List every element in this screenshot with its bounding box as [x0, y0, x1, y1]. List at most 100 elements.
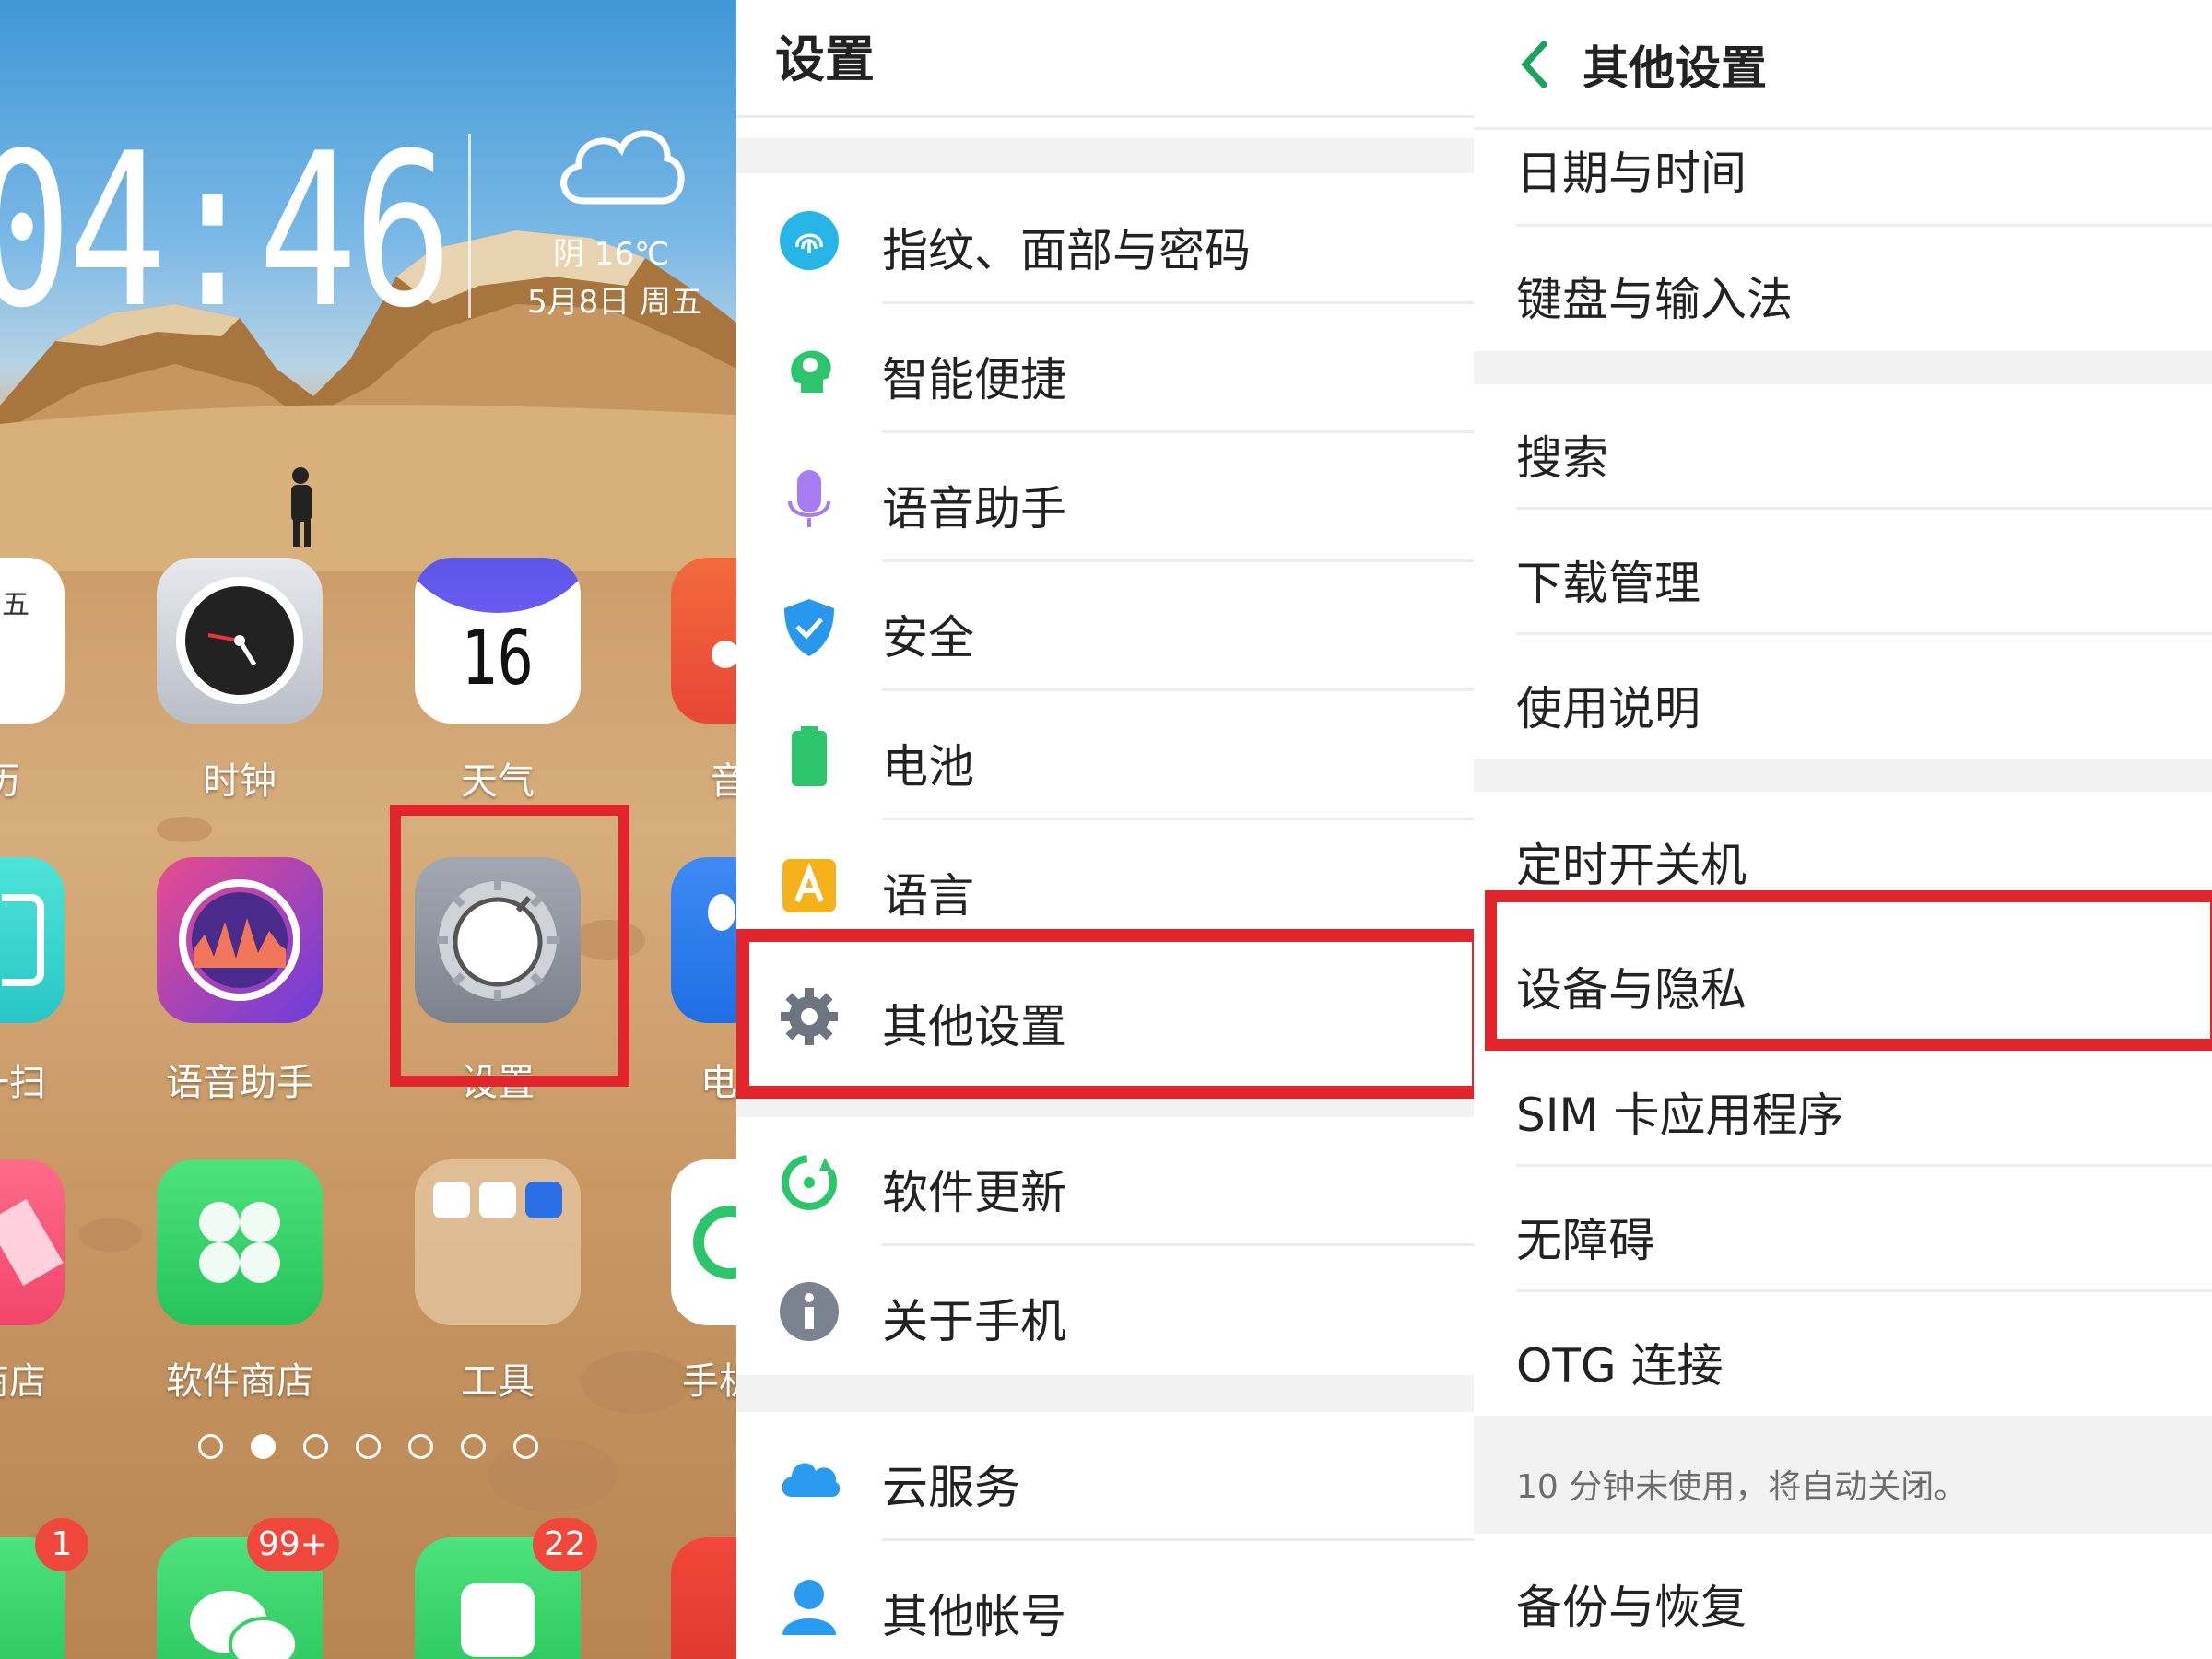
item-user-guide[interactable]: 使用说明: [1474, 635, 2212, 760]
item-label: SIM 卡应用程序: [1516, 1088, 1844, 1142]
tools-folder[interactable]: [415, 1159, 581, 1325]
scan-app[interactable]: [0, 857, 65, 1023]
settings-item-label: 其他帐号: [882, 1590, 1066, 1643]
shield-check-icon: [784, 599, 834, 656]
settings-item-battery[interactable]: 电池: [736, 691, 1474, 820]
mini-app-icon-1: [433, 1182, 470, 1218]
page-dot[interactable]: [303, 1434, 328, 1459]
info-icon: [780, 1282, 839, 1341]
settings-item-label: 云服务: [882, 1461, 1020, 1514]
update-icon: [782, 1155, 837, 1210]
theme-store-icon: [0, 1198, 64, 1287]
fingerprint-icon: [780, 211, 839, 270]
highlight-device-privacy: [1485, 890, 2212, 1051]
settings-item-label: 安全: [882, 611, 974, 665]
item-backup-restore[interactable]: 备份与恢复: [1474, 1534, 2212, 1659]
settings-item-cloud[interactable]: 云服务: [736, 1412, 1474, 1541]
app-store-label: 软件商店: [166, 1360, 313, 1403]
weather-app-arc: [415, 558, 581, 613]
tools-label: 工具: [461, 1360, 535, 1403]
weather-summary: 阴 16℃: [553, 236, 670, 273]
phone-manager-icon: [693, 1206, 736, 1279]
home-screen: 04:46 阴 16℃ 5月8日 周五 五 历 时钟 16 天气 音 一扫: [0, 0, 736, 1659]
sand-footprints: [79, 817, 691, 1613]
theme-store-app[interactable]: [0, 1159, 65, 1325]
page-dot[interactable]: [461, 1434, 486, 1459]
battery-icon: [792, 726, 827, 786]
voice-assistant-app[interactable]: [157, 857, 323, 1023]
settings-item-smart[interactable]: 智能便捷: [736, 304, 1474, 433]
settings-item-label: 关于手机: [882, 1295, 1066, 1348]
page-dot[interactable]: [408, 1434, 433, 1459]
item-accessibility[interactable]: 无障碍: [1474, 1167, 2212, 1292]
weather-app[interactable]: 16: [415, 558, 581, 724]
notification-badge: 22: [533, 1518, 597, 1571]
settings-item-fingerprint[interactable]: 指纹、面部与密码: [736, 175, 1474, 304]
theme-store-label: 商店: [0, 1360, 46, 1403]
app-store-app[interactable]: [157, 1159, 323, 1325]
page-indicator[interactable]: [198, 1434, 538, 1459]
item-label: 定时开关机: [1516, 839, 1747, 892]
mini-lock-icon: [525, 1182, 562, 1218]
item-label: 下载管理: [1516, 557, 1700, 610]
item-label: 搜索: [1516, 431, 1608, 485]
calendar-icon: 五: [2, 589, 29, 621]
tools-folder-icon: [433, 1182, 562, 1218]
settings-item-software-update[interactable]: 软件更新: [736, 1117, 1474, 1246]
message-bubble-icon: [461, 1583, 535, 1657]
voice-assistant-label: 语音助手: [166, 1062, 313, 1104]
page-dot[interactable]: [513, 1434, 538, 1459]
item-sim-apps[interactable]: SIM 卡应用程序: [1474, 1041, 2212, 1167]
smart-head-icon: [791, 350, 831, 393]
scan-icon: [2, 894, 44, 986]
page-dot-active[interactable]: [251, 1434, 276, 1459]
cloud-weather-icon: [560, 130, 685, 205]
item-search[interactable]: 搜索: [1474, 384, 2212, 510]
account-icon: [782, 1580, 836, 1635]
music-icon: [712, 641, 736, 668]
phone-manager-app[interactable]: [671, 1159, 736, 1325]
item-download-manager[interactable]: 下载管理: [1474, 510, 2212, 635]
settings-item-label: 智能便捷: [882, 353, 1066, 406]
calendar-app[interactable]: 五: [0, 558, 65, 724]
highlight-settings-app: [390, 805, 629, 1087]
item-label: 备份与恢复: [1516, 1581, 1747, 1634]
settings-item-security[interactable]: 安全: [736, 562, 1474, 691]
page-title: 其他设置: [1583, 41, 1767, 95]
mini-app-icon-2: [479, 1182, 516, 1218]
section-gap: [736, 138, 1474, 173]
cloud-icon: [782, 1463, 840, 1497]
music-label: 音: [710, 760, 736, 803]
section-gap: [736, 1375, 1474, 1412]
settings-item-other-accounts[interactable]: 其他帐号: [736, 1541, 1474, 1659]
section-gap: [736, 1099, 1474, 1117]
back-arrow-icon[interactable]: [1516, 37, 1553, 92]
settings-item-voice[interactable]: 语音助手: [736, 433, 1474, 562]
page-title: 设置: [775, 30, 875, 88]
item-label: 键盘与输入法: [1516, 273, 1793, 326]
item-label: 无障碍: [1516, 1214, 1654, 1267]
item-label: OTG 连接: [1516, 1339, 1724, 1393]
item-label: 使用说明: [1516, 682, 1700, 735]
notification-badge: 1: [35, 1518, 88, 1571]
clock-label: 时钟: [203, 760, 276, 803]
settings-item-label: 电池: [882, 740, 974, 794]
clock-app[interactable]: [157, 558, 323, 724]
item-date-time[interactable]: 日期与时间: [1474, 101, 2212, 227]
scan-label: 一扫: [0, 1062, 46, 1104]
phone-app[interactable]: [671, 857, 736, 1023]
item-keyboard[interactable]: 键盘与输入法: [1474, 226, 2212, 351]
home-clock: 04:46: [0, 109, 453, 355]
item-otg[interactable]: OTG 连接: [1474, 1292, 2212, 1418]
page-dot[interactable]: [356, 1434, 381, 1459]
settings-item-label: 语言: [882, 869, 974, 923]
settings-item-about-phone[interactable]: 关于手机: [736, 1246, 1474, 1375]
settings-screen: 设置 指纹、面部与密码 智能便捷 语音助手 安全 电池 语言 其他设置 软件更新…: [736, 0, 1474, 1659]
music-app[interactable]: [671, 558, 736, 724]
page-dot[interactable]: [198, 1434, 223, 1459]
dock-app-4[interactable]: [671, 1537, 736, 1659]
settings-item-label: 指纹、面部与密码: [882, 224, 1251, 277]
section-gap: [1474, 759, 2212, 792]
app-store-icon: [199, 1202, 280, 1283]
clock-divider: [468, 134, 471, 318]
